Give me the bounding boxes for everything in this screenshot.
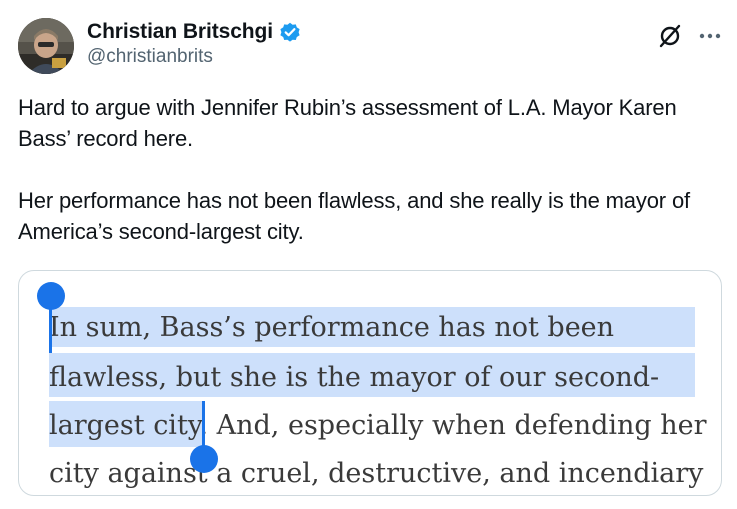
avatar[interactable] [18,18,74,74]
selection-end-bar [202,401,205,451]
verified-badge-icon [279,21,301,43]
quote-line: city against a cruel, destructive, and i… [49,458,704,489]
tweet-text: Hard to argue with Jennifer Rubin’s asse… [18,92,718,247]
more-horizontal-icon[interactable] [696,22,724,50]
display-name[interactable]: Christian Britschgi [87,20,273,44]
tweet-paragraph: Hard to argue with Jennifer Rubin’s asse… [18,95,677,151]
quote-line: In sum, Bass’s performance has not been [49,312,615,343]
quoted-image-card[interactable]: In sum, Bass’s performance has not been … [18,270,722,496]
selection-start-bar [49,307,52,353]
quote-line: largest city. And, especially when defen… [49,410,707,441]
quote-line: flawless, but she is the mayor of our se… [49,362,660,393]
grok-slash-circle-icon[interactable] [656,22,684,50]
selection-end-handle[interactable] [190,445,218,473]
avatar-photo [18,18,74,74]
author-name-row[interactable]: Christian Britschgi [87,18,301,46]
selection-start-handle[interactable] [37,282,65,310]
author-handle[interactable]: @christianbrits [87,46,213,68]
tweet-paragraph: Her performance has not been flawless, a… [18,188,690,244]
